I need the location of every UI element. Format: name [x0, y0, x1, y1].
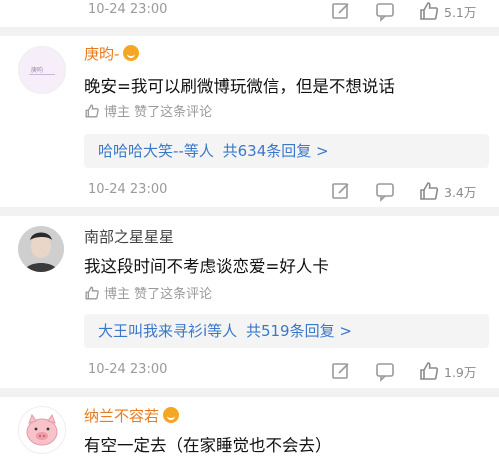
reply-names: 哈哈哈大笑--等人 [98, 142, 214, 160]
comment-time: 10-24 23:00 [88, 362, 168, 377]
section-divider [0, 388, 499, 397]
section-divider [0, 207, 499, 216]
reply-summary[interactable]: 哈哈哈大笑--等人 共634条回复 > [84, 134, 489, 168]
liked-by-author: 博主 赞了这条评论 [84, 101, 212, 120]
author-name-wrap[interactable]: 纳兰不容若 [84, 405, 180, 426]
comment-time: 10-24 23:00 [88, 182, 168, 197]
author-name[interactable]: 纳兰不容若 [84, 407, 159, 425]
liked-by-author: 博主 赞了这条评论 [84, 283, 212, 302]
comment-actions: 5.1万 [330, 0, 476, 22]
section-divider [0, 27, 499, 36]
like-icon[interactable] [418, 0, 440, 22]
liked-by-text: 博主 赞了这条评论 [104, 105, 213, 120]
like-icon[interactable] [418, 180, 440, 202]
avatar[interactable] [18, 226, 64, 272]
comment-text: 我这段时间不考虑谈恋爱=好人卡 [84, 257, 329, 276]
edit-icon[interactable] [330, 0, 352, 22]
vip-badge-icon [123, 45, 140, 61]
like-count: 1.9万 [444, 364, 477, 380]
comment-icon[interactable] [374, 0, 396, 22]
reply-summary[interactable]: 大王叫我来寻衫i等人 共519条回复 > [84, 314, 489, 348]
comment-time: 10-24 23:00 [88, 2, 168, 17]
author-name-wrap[interactable]: 庚昀- [84, 43, 140, 64]
svg-text:庚昀: 庚昀 [31, 66, 43, 74]
thumbs-up-icon [85, 104, 99, 117]
reply-count: 共634条回复 > [222, 142, 329, 160]
vip-badge-icon [163, 407, 180, 423]
liked-by-text: 博主 赞了这条评论 [104, 287, 213, 302]
avatar[interactable]: 庚昀 [18, 46, 66, 94]
like-icon[interactable] [418, 360, 440, 382]
author-name[interactable]: 南部之星星星 [84, 226, 174, 247]
thumbs-up-icon [85, 286, 99, 299]
like-count: 5.1万 [444, 4, 477, 20]
comment-text: 晚安=我可以刷微博玩微信，但是不想说话 [84, 77, 395, 96]
edit-icon[interactable] [330, 180, 352, 202]
like-count: 3.4万 [444, 184, 477, 200]
avatar[interactable] [18, 406, 66, 454]
reply-names: 大王叫我来寻衫i等人 [98, 322, 238, 340]
reply-count: 共519条回复 > [245, 322, 352, 340]
comment-icon[interactable] [374, 180, 396, 202]
comment-actions: 3.4万 [330, 180, 476, 202]
comment-text: 有空一定去（在家睡觉也不会去） [84, 436, 332, 455]
comment-actions: 1.9万 [330, 360, 476, 382]
comment-icon[interactable] [374, 360, 396, 382]
author-name[interactable]: 庚昀- [84, 45, 119, 63]
edit-icon[interactable] [330, 360, 352, 382]
